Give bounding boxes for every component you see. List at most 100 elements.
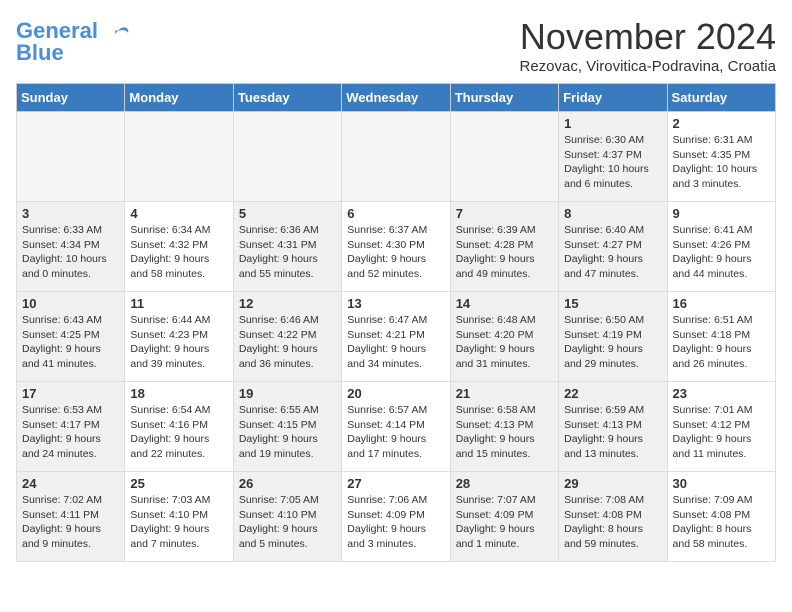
- day-info: Sunrise: 6:31 AMSunset: 4:35 PMDaylight:…: [673, 133, 770, 192]
- day-number: 5: [239, 206, 336, 221]
- calendar-cell: 29 Sunrise: 7:08 AMSunset: 4:08 PMDayligh…: [559, 472, 667, 562]
- day-info: Sunrise: 6:57 AMSunset: 4:14 PMDaylight:…: [347, 403, 444, 462]
- week-row-5: 24 Sunrise: 7:02 AMSunset: 4:11 PMDayligh…: [17, 472, 776, 562]
- calendar-cell: 14 Sunrise: 6:48 AMSunset: 4:20 PMDayligh…: [450, 292, 558, 382]
- calendar-cell: 30Sunrise: 7:09 AMSunset: 4:08 PMDayligh…: [667, 472, 775, 562]
- calendar-cell: 3 Sunrise: 6:33 AMSunset: 4:34 PMDaylight…: [17, 202, 125, 292]
- calendar-header-row: SundayMondayTuesdayWednesdayThursdayFrid…: [17, 84, 776, 112]
- day-info: Sunrise: 6:30 AMSunset: 4:37 PMDaylight:…: [564, 133, 661, 192]
- calendar-cell: 28 Sunrise: 7:07 AMSunset: 4:09 PMDayligh…: [450, 472, 558, 562]
- calendar-cell: [450, 112, 558, 202]
- logo-text: GeneralBlue: [16, 20, 98, 64]
- calendar-cell: 9Sunrise: 6:41 AMSunset: 4:26 PMDaylight…: [667, 202, 775, 292]
- calendar-cell: 22 Sunrise: 6:59 AMSunset: 4:13 PMDayligh…: [559, 382, 667, 472]
- calendar-cell: 26Sunrise: 7:05 AMSunset: 4:10 PMDayligh…: [233, 472, 341, 562]
- day-number: 13: [347, 296, 444, 311]
- logo: GeneralBlue: [16, 20, 132, 64]
- day-info: Sunrise: 6:53 AMSunset: 4:17 PMDaylight:…: [22, 403, 119, 462]
- week-row-4: 17 Sunrise: 6:53 AMSunset: 4:17 PMDayligh…: [17, 382, 776, 472]
- calendar-cell: 12 Sunrise: 6:46 AMSunset: 4:22 PMDayligh…: [233, 292, 341, 382]
- month-title: November 2024: [519, 16, 776, 58]
- calendar-cell: 4 Sunrise: 6:34 AMSunset: 4:32 PMDaylight…: [125, 202, 233, 292]
- day-info: Sunrise: 6:33 AMSunset: 4:34 PMDaylight:…: [22, 223, 119, 282]
- day-info: Sunrise: 6:40 AMSunset: 4:27 PMDaylight:…: [564, 223, 661, 282]
- day-info: Sunrise: 6:39 AMSunset: 4:28 PMDaylight:…: [456, 223, 553, 282]
- calendar-cell: [342, 112, 450, 202]
- calendar-cell: 20 Sunrise: 6:57 AMSunset: 4:14 PMDayligh…: [342, 382, 450, 472]
- day-number: 8: [564, 206, 661, 221]
- calendar-cell: 11 Sunrise: 6:44 AMSunset: 4:23 PMDayligh…: [125, 292, 233, 382]
- calendar-cell: 8 Sunrise: 6:40 AMSunset: 4:27 PMDaylight…: [559, 202, 667, 292]
- day-number: 14: [456, 296, 553, 311]
- column-header-thursday: Thursday: [450, 84, 558, 112]
- day-info: Sunrise: 6:55 AMSunset: 4:15 PMDaylight:…: [239, 403, 336, 462]
- calendar-cell: 18Sunrise: 6:54 AMSunset: 4:16 PMDayligh…: [125, 382, 233, 472]
- day-info: Sunrise: 6:50 AMSunset: 4:19 PMDaylight:…: [564, 313, 661, 372]
- day-info: Sunrise: 6:51 AMSunset: 4:18 PMDaylight:…: [673, 313, 770, 372]
- day-info: Sunrise: 6:48 AMSunset: 4:20 PMDaylight:…: [456, 313, 553, 372]
- calendar-cell: 21Sunrise: 6:58 AMSunset: 4:13 PMDayligh…: [450, 382, 558, 472]
- week-row-1: 1 Sunrise: 6:30 AMSunset: 4:37 PMDaylight…: [17, 112, 776, 202]
- day-info: Sunrise: 6:59 AMSunset: 4:13 PMDaylight:…: [564, 403, 661, 462]
- calendar-cell: 23Sunrise: 7:01 AMSunset: 4:12 PMDayligh…: [667, 382, 775, 472]
- day-number: 23: [673, 386, 770, 401]
- day-info: Sunrise: 7:08 AMSunset: 4:08 PMDaylight:…: [564, 493, 661, 552]
- day-info: Sunrise: 7:03 AMSunset: 4:10 PMDaylight:…: [130, 493, 227, 552]
- calendar-cell: 1 Sunrise: 6:30 AMSunset: 4:37 PMDaylight…: [559, 112, 667, 202]
- day-number: 27: [347, 476, 444, 491]
- calendar-cell: 2Sunrise: 6:31 AMSunset: 4:35 PMDaylight…: [667, 112, 775, 202]
- column-header-wednesday: Wednesday: [342, 84, 450, 112]
- day-info: Sunrise: 6:36 AMSunset: 4:31 PMDaylight:…: [239, 223, 336, 282]
- day-number: 21: [456, 386, 553, 401]
- calendar-table: SundayMondayTuesdayWednesdayThursdayFrid…: [16, 83, 776, 562]
- week-row-3: 10Sunrise: 6:43 AMSunset: 4:25 PMDayligh…: [17, 292, 776, 382]
- day-info: Sunrise: 6:47 AMSunset: 4:21 PMDaylight:…: [347, 313, 444, 372]
- day-number: 28: [456, 476, 553, 491]
- day-number: 29: [564, 476, 661, 491]
- calendar-cell: 25 Sunrise: 7:03 AMSunset: 4:10 PMDayligh…: [125, 472, 233, 562]
- column-header-monday: Monday: [125, 84, 233, 112]
- calendar-cell: 27 Sunrise: 7:06 AMSunset: 4:09 PMDayligh…: [342, 472, 450, 562]
- day-number: 10: [22, 296, 119, 311]
- day-number: 3: [22, 206, 119, 221]
- day-number: 17: [22, 386, 119, 401]
- day-number: 1: [564, 116, 661, 131]
- calendar-cell: 17 Sunrise: 6:53 AMSunset: 4:17 PMDayligh…: [17, 382, 125, 472]
- calendar-cell: 19 Sunrise: 6:55 AMSunset: 4:15 PMDayligh…: [233, 382, 341, 472]
- day-info: Sunrise: 7:02 AMSunset: 4:11 PMDaylight:…: [22, 493, 119, 552]
- day-number: 19: [239, 386, 336, 401]
- day-info: Sunrise: 7:07 AMSunset: 4:09 PMDaylight:…: [456, 493, 553, 552]
- day-number: 12: [239, 296, 336, 311]
- day-info: Sunrise: 7:05 AMSunset: 4:10 PMDaylight:…: [239, 493, 336, 552]
- day-info: Sunrise: 6:46 AMSunset: 4:22 PMDaylight:…: [239, 313, 336, 372]
- calendar-cell: [17, 112, 125, 202]
- location: Rezovac, Virovitica-Podravina, Croatia: [519, 58, 776, 75]
- day-info: Sunrise: 6:54 AMSunset: 4:16 PMDaylight:…: [130, 403, 227, 462]
- calendar-cell: 6 Sunrise: 6:37 AMSunset: 4:30 PMDaylight…: [342, 202, 450, 292]
- day-info: Sunrise: 7:09 AMSunset: 4:08 PMDaylight:…: [673, 493, 770, 552]
- day-number: 25: [130, 476, 227, 491]
- column-header-saturday: Saturday: [667, 84, 775, 112]
- column-header-sunday: Sunday: [17, 84, 125, 112]
- day-number: 24: [22, 476, 119, 491]
- column-header-friday: Friday: [559, 84, 667, 112]
- day-info: Sunrise: 6:37 AMSunset: 4:30 PMDaylight:…: [347, 223, 444, 282]
- day-number: 22: [564, 386, 661, 401]
- calendar-cell: [233, 112, 341, 202]
- day-number: 6: [347, 206, 444, 221]
- week-row-2: 3 Sunrise: 6:33 AMSunset: 4:34 PMDaylight…: [17, 202, 776, 292]
- header: GeneralBlue November 2024 Rezovac, Virov…: [16, 16, 776, 75]
- calendar-cell: 7 Sunrise: 6:39 AMSunset: 4:28 PMDaylight…: [450, 202, 558, 292]
- calendar-cell: 13 Sunrise: 6:47 AMSunset: 4:21 PMDayligh…: [342, 292, 450, 382]
- day-info: Sunrise: 6:34 AMSunset: 4:32 PMDaylight:…: [130, 223, 227, 282]
- day-number: 20: [347, 386, 444, 401]
- logo-bird-icon: [100, 23, 132, 51]
- day-number: 4: [130, 206, 227, 221]
- calendar-cell: 16Sunrise: 6:51 AMSunset: 4:18 PMDayligh…: [667, 292, 775, 382]
- day-info: Sunrise: 6:44 AMSunset: 4:23 PMDaylight:…: [130, 313, 227, 372]
- day-number: 7: [456, 206, 553, 221]
- column-header-tuesday: Tuesday: [233, 84, 341, 112]
- day-number: 11: [130, 296, 227, 311]
- day-info: Sunrise: 7:06 AMSunset: 4:09 PMDaylight:…: [347, 493, 444, 552]
- day-info: Sunrise: 6:41 AMSunset: 4:26 PMDaylight:…: [673, 223, 770, 282]
